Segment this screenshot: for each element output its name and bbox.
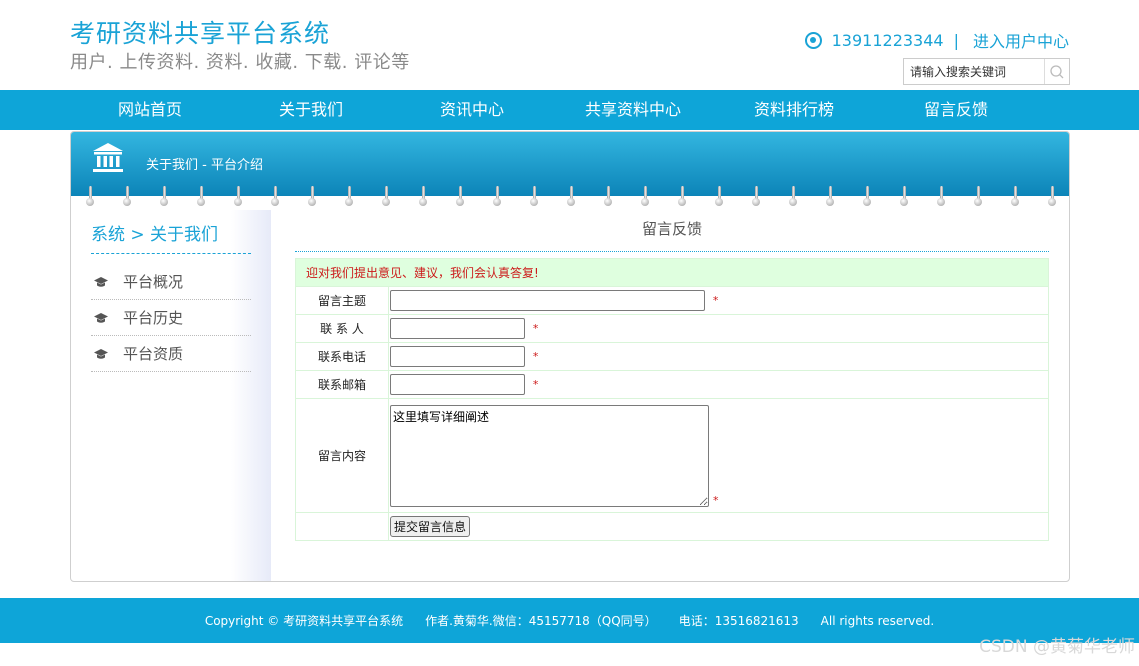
binder-ring [863,186,871,208]
graduation-cap-icon [94,348,108,359]
footer: Copyright © 考研资料共享平台系统 作者.黄菊华.微信：4515771… [0,598,1139,643]
message-textarea[interactable]: 这里填写详细阐述 [390,404,709,507]
sidebar: 系统 > 关于我们 平台概况 平台历史 平台资质 [91,220,251,372]
institution-icon [93,143,123,172]
header-separator: | [953,30,959,50]
content-divider [295,251,1049,252]
binder-ring [86,186,94,208]
main-nav: 网站首页 关于我们 资讯中心 共享资料中心 资料排行榜 留言反馈 [0,90,1139,130]
phone-cell: * [388,342,1049,371]
binder-ring [604,186,612,208]
content-title: 留言反馈 [641,220,702,238]
required-mark: * [532,378,539,391]
binder-ring [234,186,242,208]
search-box [903,58,1070,85]
user-center-link[interactable]: 进入用户中心 [973,28,1069,52]
required-mark: * [532,350,539,363]
binder-ring [937,186,945,208]
nav-item-about[interactable]: 关于我们 [241,90,381,130]
required-mark: * [532,322,539,335]
feedback-form: 迎对我们提出意见、建议，我们会认真答复! 留言主题 * 联 系 人 * 联系电话… [295,258,1049,541]
binder-ring [1048,186,1056,208]
sidebar-item-label: 平台资质 [123,345,184,363]
binder-ring [530,186,538,208]
subject-label: 留言主题 [295,286,389,315]
binder-ring [123,186,131,208]
binder-ring [678,186,686,208]
binder-ring [271,186,279,208]
form-notice: 迎对我们提出意见、建议，我们会认真答复! [295,258,1049,287]
footer-rights: All rights reserved. [820,613,935,628]
subject-input[interactable] [390,290,705,311]
header-phone: 13911223344 [831,30,944,50]
footer-phone: 电话：13516821613 [678,614,799,628]
phone-input[interactable] [390,346,525,367]
binder-ring [715,186,723,208]
header-contact: 13911223344 | 进入用户中心 [804,28,1069,52]
binder-ring [752,186,760,208]
message-label: 留言内容 [295,398,389,513]
watermark: CSDN @黄菊华老师 [979,637,1135,657]
binder-ring [974,186,982,208]
binder-ring [456,186,464,208]
binder-ring [826,186,834,208]
nav-item-ranking[interactable]: 资料排行榜 [724,90,864,130]
sidebar-list: 平台概况 平台历史 平台资质 [91,264,251,372]
required-mark: * [713,493,719,507]
contact-cell: * [388,314,1049,343]
subject-cell: * [388,286,1049,315]
binder-ring [308,186,316,208]
target-icon [804,31,822,49]
binder-ring [197,186,205,208]
contact-label: 联 系 人 [295,314,389,343]
binder-ring [493,186,501,208]
binder-ring [160,186,168,208]
footer-copyright: Copyright © 考研资料共享平台系统 [204,614,404,628]
contact-input[interactable] [390,318,525,339]
banner-label: 关于我们 - 平台介绍 [146,158,263,173]
binder-ring [382,186,390,208]
phone-label: 联系电话 [295,342,389,371]
submit-cell: 提交留言信息 [388,512,1049,541]
email-cell: * [388,370,1049,399]
binder-ring [419,186,427,208]
sidebar-item-overview[interactable]: 平台概况 [91,264,251,300]
graduation-cap-icon [94,276,108,287]
binder-rings [71,186,1069,210]
nav-item-news[interactable]: 资讯中心 [402,90,542,130]
nav-item-home[interactable]: 网站首页 [80,90,220,130]
sidebar-item-qualification[interactable]: 平台资质 [91,336,251,372]
nav-item-feedback[interactable]: 留言反馈 [886,90,1026,130]
binder-ring [567,186,575,208]
email-label: 联系邮箱 [295,370,389,399]
binder-ring [1011,186,1019,208]
binder-ring [641,186,649,208]
submit-label-cell [295,512,389,541]
search-icon [1050,64,1064,78]
breadcrumb: 系统 > 关于我们 [91,220,251,254]
nav-item-shared-resources[interactable]: 共享资料中心 [563,90,703,130]
search-input[interactable] [904,59,1044,84]
sidebar-item-label: 平台概况 [123,273,184,291]
binder-ring [900,186,908,208]
binder-ring [789,186,797,208]
submit-button[interactable]: 提交留言信息 [390,516,471,537]
site-subtitle: 用户. 上传资料. 资料. 收藏. 下载. 评论等 [70,52,410,73]
binder-ring [345,186,353,208]
email-input[interactable] [390,374,525,395]
message-cell: 这里填写详细阐述 * [388,398,1049,513]
graduation-cap-icon [94,312,108,323]
required-mark: * [712,294,719,307]
sidebar-item-label: 平台历史 [123,309,184,327]
main-panel: 关于我们 - 平台介绍 系统 > 关于我们 平台概况 平台历史 平台资质 留言反… [70,131,1070,582]
sidebar-item-history[interactable]: 平台历史 [91,300,251,336]
search-button[interactable] [1044,59,1069,84]
footer-author: 作者.黄菊华.微信：45157718（QQ同号） [425,614,657,628]
site-title: 考研资料共享平台系统 [70,19,331,48]
